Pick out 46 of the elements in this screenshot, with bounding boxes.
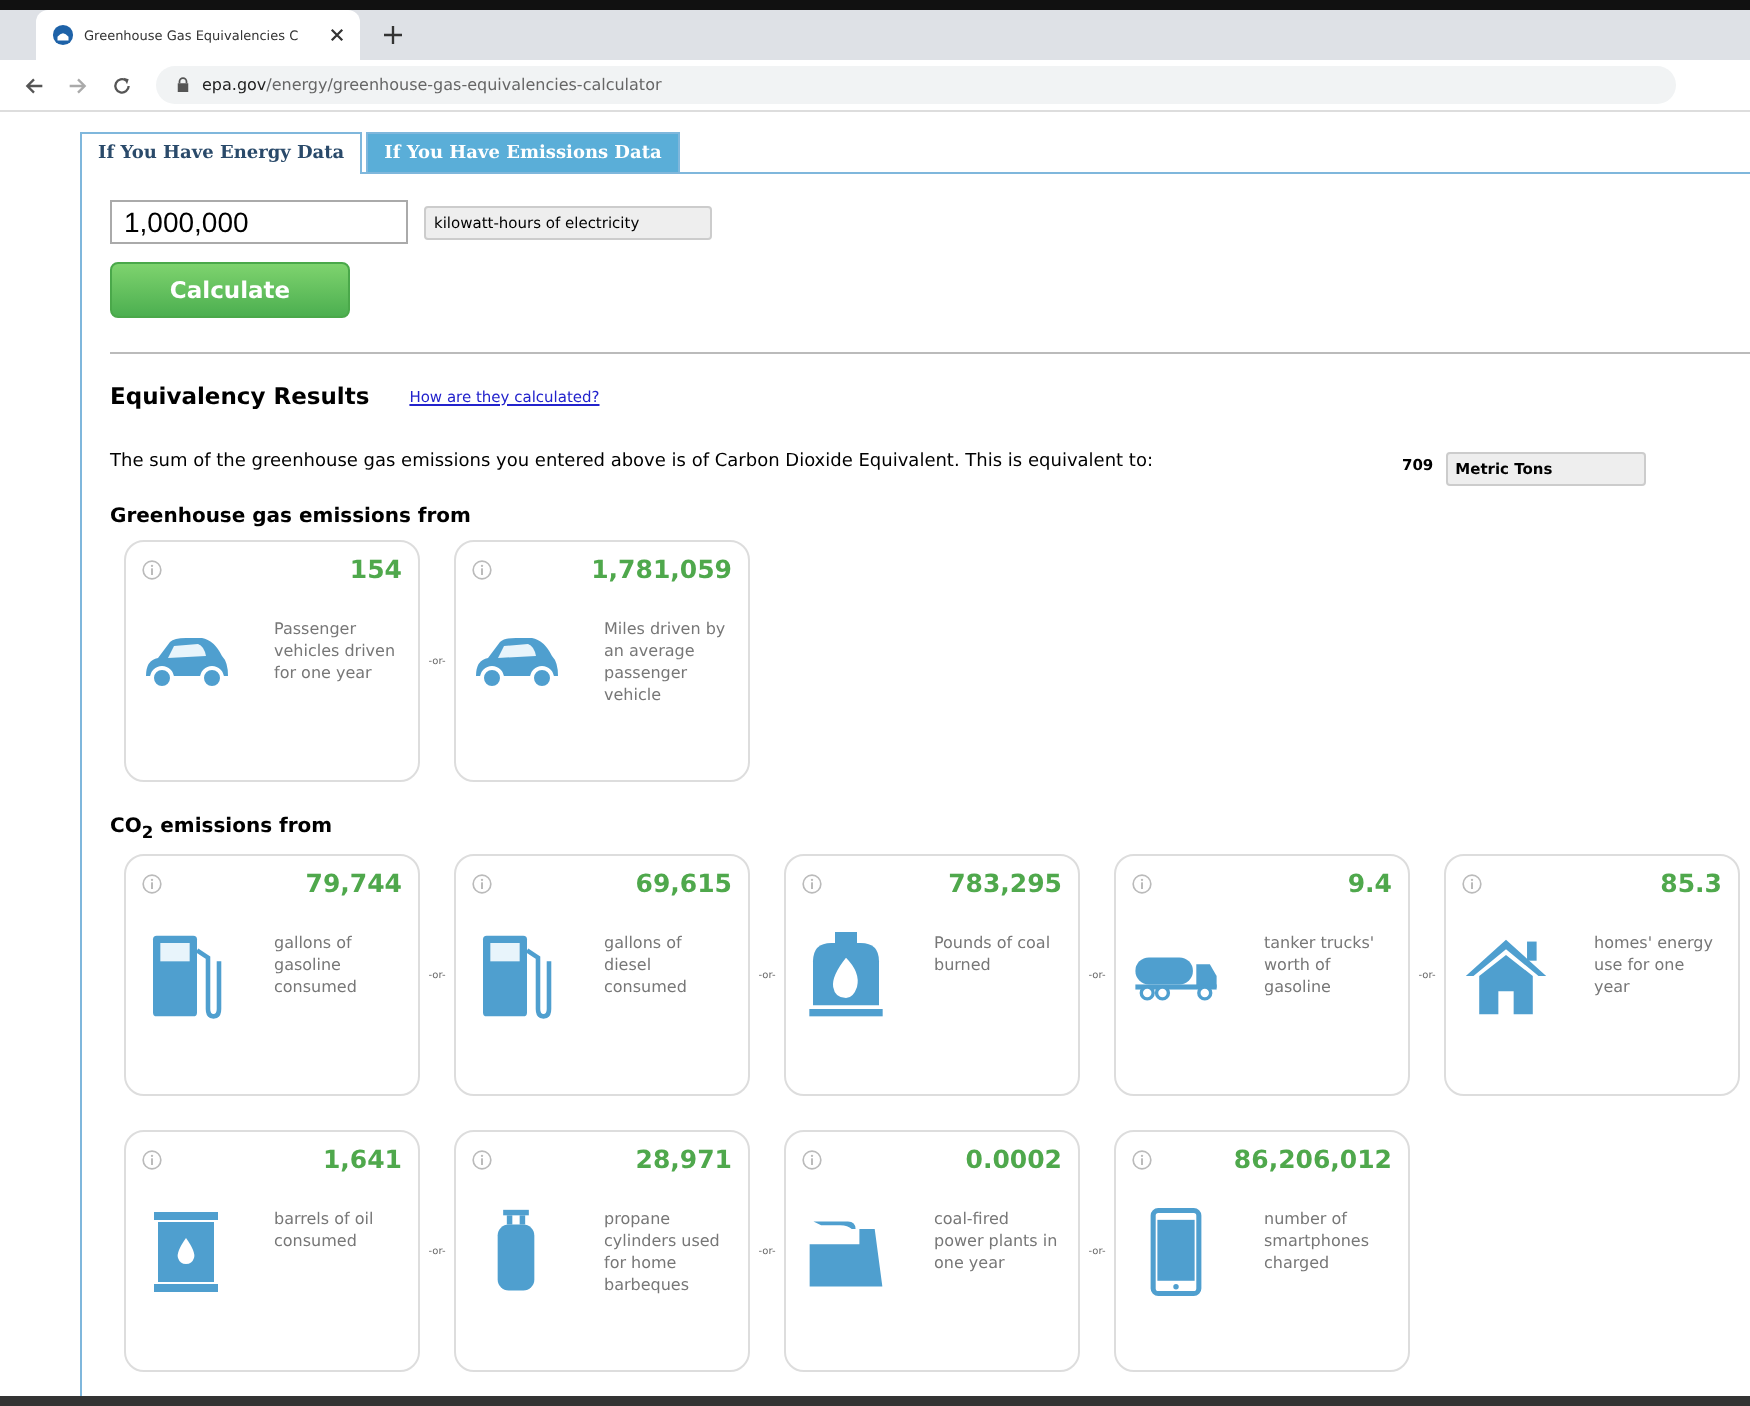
info-icon[interactable] bbox=[1132, 1149, 1152, 1169]
result-value: 783,295 bbox=[948, 868, 1062, 898]
result-value: 28,971 bbox=[635, 1144, 732, 1174]
result-label: tanker trucks' worth of gasoline bbox=[1264, 932, 1377, 1000]
info-icon[interactable] bbox=[472, 873, 492, 893]
result-label: propane cylinders used for home barbeques bbox=[604, 1208, 722, 1296]
close-icon[interactable] bbox=[330, 28, 344, 42]
result-label: coal-fired power plants in one year bbox=[934, 1208, 1060, 1276]
info-icon[interactable] bbox=[472, 1149, 492, 1169]
result-value: 1,781,059 bbox=[591, 554, 732, 584]
result-value: 79,744 bbox=[305, 868, 402, 898]
section-heading: Greenhouse gas emissions from bbox=[110, 506, 473, 528]
result-value: 1,641 bbox=[322, 1144, 402, 1174]
result-value: 86,206,012 bbox=[1233, 1144, 1392, 1174]
result-value: 9.4 bbox=[1347, 868, 1392, 898]
reload-icon[interactable] bbox=[112, 75, 132, 95]
result-label: gallons of diesel consumed bbox=[604, 932, 689, 1000]
result-value: 154 bbox=[349, 554, 402, 584]
amount-field[interactable]: 1,000,000 bbox=[110, 200, 408, 244]
result-value: 85.3 bbox=[1660, 868, 1722, 898]
forward-icon[interactable] bbox=[68, 75, 88, 95]
info-icon[interactable] bbox=[802, 1149, 822, 1169]
results-title: Equivalency Results bbox=[110, 382, 370, 410]
lock-icon bbox=[176, 76, 190, 94]
info-icon[interactable] bbox=[142, 559, 162, 579]
result-label: homes' energy use for one year bbox=[1594, 932, 1715, 1000]
result-label: Miles driven by an average passenger vehicle bbox=[604, 618, 728, 706]
info-icon[interactable] bbox=[472, 559, 492, 579]
info-icon[interactable] bbox=[802, 873, 822, 893]
result-label: number of smartphones charged bbox=[1264, 1208, 1371, 1276]
result-value: 0.0002 bbox=[965, 1144, 1062, 1174]
result-label: gallons of gasoline consumed bbox=[274, 932, 359, 1000]
summary-text: The sum of the greenhouse gas emissions you entered above is of Carbon Dioxide Equivalent. This is equivalent to: bbox=[110, 452, 1155, 472]
back-icon[interactable] bbox=[24, 75, 44, 95]
info-icon[interactable] bbox=[142, 873, 162, 893]
result-label: Pounds of coal burned bbox=[934, 932, 1053, 978]
result-value: 69,615 bbox=[635, 868, 732, 898]
tab[interactable]: If You Have Energy Data bbox=[80, 132, 363, 174]
info-icon[interactable] bbox=[1462, 873, 1482, 893]
section-heading: CO$_{2}$ emissions from bbox=[110, 816, 335, 842]
info-icon[interactable] bbox=[1132, 873, 1152, 893]
new-tab-icon[interactable] bbox=[384, 26, 402, 44]
address-bar[interactable]: epa.gov/energy/greenhouse-gas-equivalencies-calculator bbox=[156, 66, 1676, 104]
result-label: barrels of oil consumed bbox=[274, 1208, 376, 1254]
info-icon[interactable] bbox=[142, 1149, 162, 1169]
result-label: Passenger vehicles driven for one year bbox=[274, 618, 398, 686]
